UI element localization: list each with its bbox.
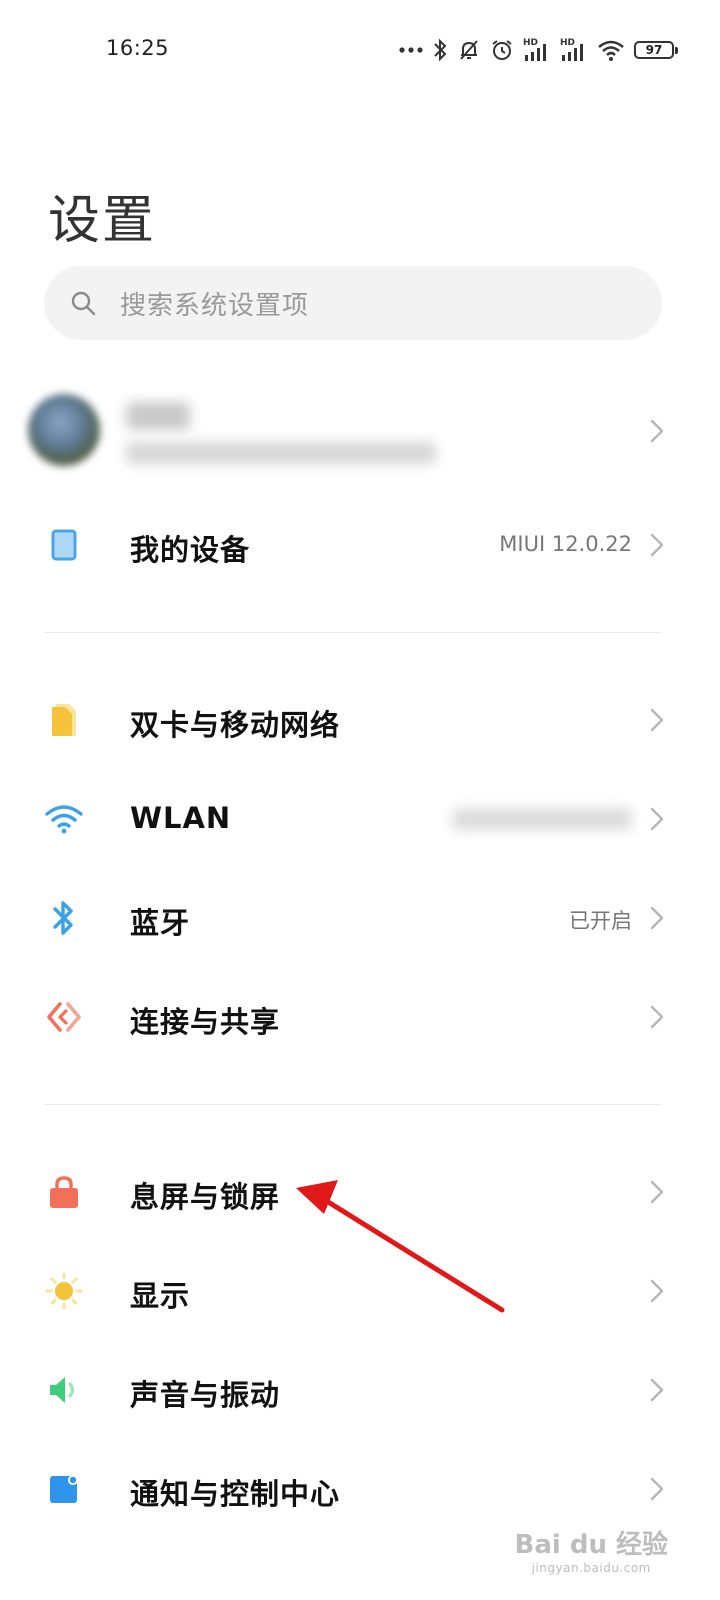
settings-item-wlan[interactable]: WLAN: [0, 774, 720, 864]
wifi-icon: [44, 799, 84, 839]
settings-item-label: 通知与控制中心: [130, 1477, 341, 1511]
sim-card-icon: [44, 700, 84, 740]
status-time: 16:25: [106, 36, 170, 60]
sun-icon: [44, 1271, 84, 1311]
notification-icon: [44, 1469, 84, 1509]
battery-icon: 97: [634, 41, 678, 59]
wifi-status-icon: [598, 40, 624, 61]
chevron-right-icon: [650, 1378, 664, 1402]
search-input[interactable]: 搜索系统设置项: [44, 266, 662, 340]
settings-item-label: 双卡与移动网络: [130, 708, 341, 742]
settings-item-notification-control[interactable]: 通知与控制中心: [0, 1444, 720, 1534]
settings-item-label: 声音与振动: [130, 1378, 281, 1412]
status-bar: 16:25 HD HD 97: [0, 0, 720, 100]
settings-item-label: 连接与共享: [130, 1005, 281, 1039]
settings-item-connection-sharing[interactable]: 连接与共享: [0, 972, 720, 1062]
search-placeholder: 搜索系统设置项: [120, 290, 310, 321]
settings-item-sound-vibration[interactable]: 声音与振动: [0, 1345, 720, 1435]
account-name-blurred: [126, 402, 190, 430]
section-divider: [44, 632, 662, 633]
settings-item-dual-sim[interactable]: 双卡与移动网络: [0, 675, 720, 765]
settings-item-bluetooth[interactable]: 蓝牙 已开启: [0, 873, 720, 963]
lock-icon: [44, 1172, 84, 1212]
page-title: 设置: [48, 191, 157, 251]
settings-item-value: 已开启: [569, 909, 632, 933]
settings-item-lock-screen[interactable]: 息屏与锁屏: [0, 1147, 720, 1237]
settings-item-my-device[interactable]: 我的设备 MIUI 12.0.22: [0, 500, 720, 590]
signal-hd-icon: HD: [523, 38, 546, 61]
section-divider: [44, 1104, 662, 1105]
share-icon: [44, 997, 84, 1037]
account-row[interactable]: [0, 386, 720, 478]
avatar: [28, 394, 100, 466]
svg-text:HD: HD: [523, 38, 538, 48]
settings-item-display[interactable]: 显示: [0, 1246, 720, 1336]
chevron-right-icon: [650, 807, 664, 831]
watermark-logo: Bai du 经验 jingyan.baidu.com: [515, 1532, 669, 1574]
chevron-right-icon: [650, 1477, 664, 1501]
bluetooth-icon: [44, 898, 84, 938]
status-icons: HD HD 97: [399, 36, 678, 64]
chevron-right-icon: [650, 1005, 664, 1029]
device-icon: [44, 525, 84, 565]
watermark-brand: Bai du 经验: [514, 1530, 669, 1560]
settings-item-value: MIUI 12.0.22: [499, 532, 632, 556]
speaker-icon: [44, 1370, 84, 1410]
chevron-right-icon: [650, 1180, 664, 1204]
search-icon: [71, 291, 96, 316]
account-detail-blurred: [126, 442, 436, 464]
settings-item-label: 息屏与锁屏: [130, 1180, 281, 1214]
svg-text:HD: HD: [560, 38, 575, 48]
chevron-right-icon: [650, 419, 664, 443]
chevron-right-icon: [650, 1279, 664, 1303]
settings-item-label: WLAN: [130, 801, 232, 835]
alarm-icon: [492, 40, 512, 60]
mute-bell-icon: [460, 40, 478, 60]
settings-item-label: 显示: [130, 1279, 191, 1313]
settings-item-label: 我的设备: [130, 533, 251, 567]
chevron-right-icon: [650, 708, 664, 732]
wlan-network-name-blurred: [452, 808, 632, 830]
more-dots-icon: [399, 47, 423, 53]
signal-hd-icon-2: HD: [560, 38, 583, 61]
settings-item-label: 蓝牙: [130, 906, 191, 940]
chevron-right-icon: [650, 906, 664, 930]
bluetooth-status-icon: [434, 38, 447, 62]
chevron-right-icon: [650, 533, 664, 557]
watermark-url: jingyan.baidu.com: [531, 1561, 651, 1575]
